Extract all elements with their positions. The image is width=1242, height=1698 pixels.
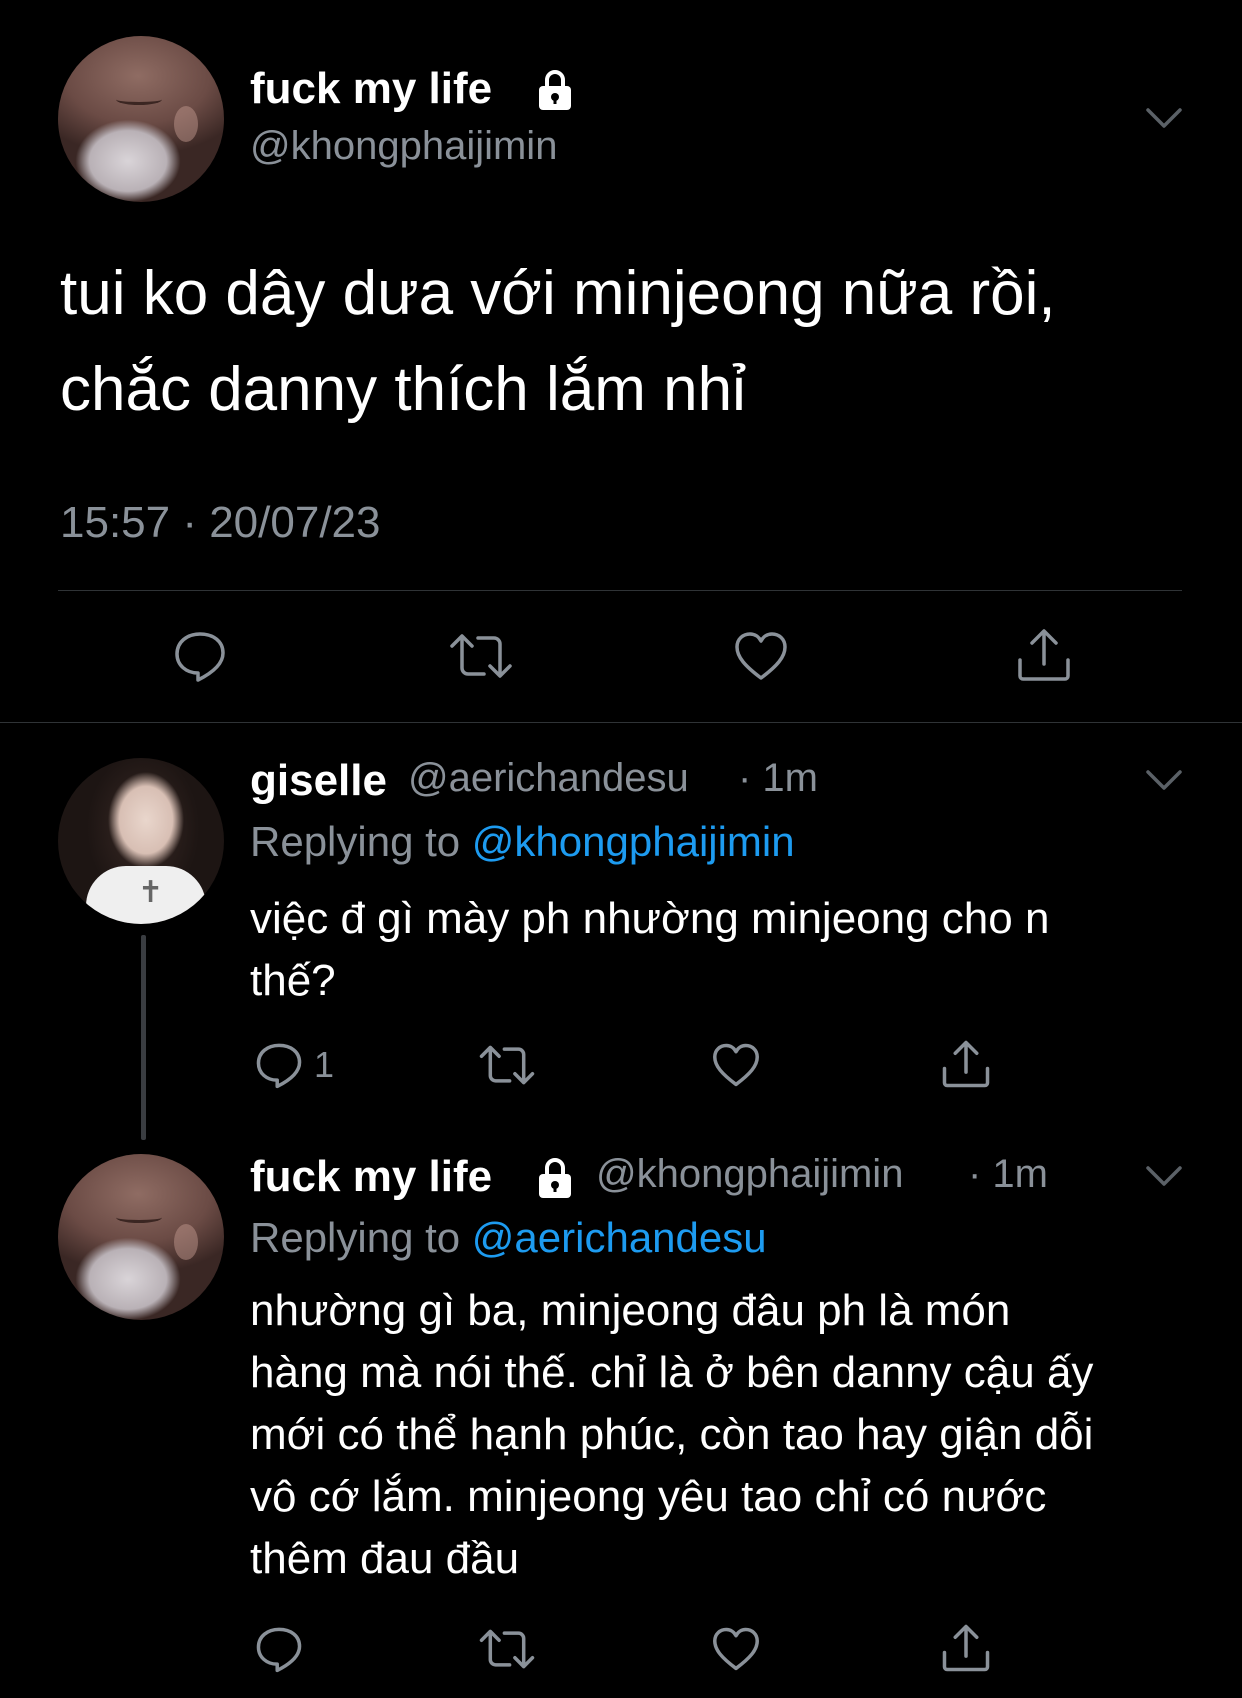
tweet-timestamp[interactable]: 15:57 · 20/07/23 xyxy=(60,498,380,548)
replying-to-label: Replying to xyxy=(250,1214,461,1261)
retweet-icon[interactable] xyxy=(478,1042,536,1088)
reply-text-line: nhường gì ba, minjeong đâu ph là món xyxy=(250,1286,1011,1335)
replying-to: Replying to @khongphaijimin xyxy=(250,818,795,866)
chevron-down-icon[interactable] xyxy=(1145,1164,1183,1188)
share-icon[interactable] xyxy=(940,1622,992,1674)
tweet-time[interactable]: · 1m xyxy=(968,1152,1048,1197)
retweet-icon[interactable] xyxy=(478,1626,536,1672)
chevron-down-icon[interactable] xyxy=(1145,106,1183,130)
tweet-text-line: chắc danny thích lắm nhỉ xyxy=(60,355,746,424)
author-name[interactable]: fuck my life xyxy=(250,64,492,114)
reply-text-line: vô cớ lắm. minjeong yêu tao chỉ có nước xyxy=(250,1472,1047,1521)
reply-icon[interactable] xyxy=(254,1624,304,1674)
divider xyxy=(58,590,1182,591)
avatar[interactable] xyxy=(58,1154,224,1320)
reply-text-line: việc đ gì mày ph nhường minjeong cho n xyxy=(250,894,1050,943)
retweet-icon[interactable] xyxy=(448,630,514,682)
lock-icon xyxy=(539,1156,571,1198)
reply-text-line: thêm đau đầu xyxy=(250,1534,520,1583)
share-icon[interactable] xyxy=(940,1038,992,1090)
replying-to: Replying to @aerichandesu xyxy=(250,1214,767,1262)
lock-icon xyxy=(539,68,571,110)
divider xyxy=(0,722,1242,723)
avatar[interactable] xyxy=(58,36,224,202)
author-handle[interactable]: @aerichandesu xyxy=(408,756,689,801)
mention-link[interactable]: @aerichandesu xyxy=(472,1214,767,1261)
chevron-down-icon[interactable] xyxy=(1145,768,1183,792)
mention-link[interactable]: @khongphaijimin xyxy=(472,818,795,865)
author-name[interactable]: giselle xyxy=(250,756,387,806)
tweet-text-line: tui ko dây dưa với minjeong nữa rồi, xyxy=(60,259,1056,328)
reply-icon[interactable] xyxy=(254,1040,304,1090)
author-name[interactable]: fuck my life xyxy=(250,1152,492,1202)
author-handle[interactable]: @khongphaijimin xyxy=(250,124,557,169)
like-icon[interactable] xyxy=(711,1042,761,1088)
reply-text-line: thế? xyxy=(250,956,336,1005)
like-icon[interactable] xyxy=(733,630,789,682)
like-icon[interactable] xyxy=(711,1626,761,1672)
share-icon[interactable] xyxy=(1015,626,1073,684)
author-handle[interactable]: @khongphaijimin xyxy=(596,1152,903,1197)
tweet-time[interactable]: · 1m xyxy=(738,756,818,801)
reply-text-line: hàng mà nói thế. chỉ là ở bên danny cậu … xyxy=(250,1348,1094,1397)
reply-icon[interactable] xyxy=(172,628,228,684)
avatar[interactable]: ✝ xyxy=(58,758,224,924)
replying-to-label: Replying to xyxy=(250,818,461,865)
thread-connector xyxy=(141,935,146,1140)
reply-count: 1 xyxy=(314,1044,335,1085)
reply-text-line: mới có thể hạnh phúc, còn tao hay giận d… xyxy=(250,1410,1094,1459)
